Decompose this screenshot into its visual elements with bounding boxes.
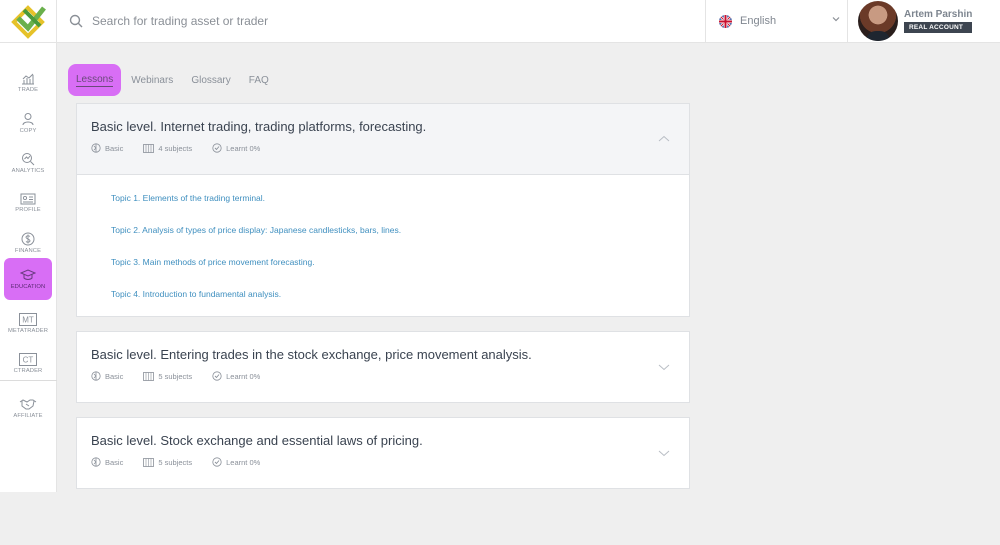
course-card: Basic level. Entering trades in the stoc…: [76, 331, 690, 403]
sidebar-item-education[interactable]: EDUCATION: [4, 258, 52, 300]
search-bar: [57, 0, 706, 42]
copy-trader-icon: [22, 113, 34, 126]
course-header[interactable]: Basic level. Internet trading, trading p…: [77, 104, 689, 175]
sidebar-item-analytics[interactable]: ANALYTICS: [4, 143, 52, 183]
course-progress: Learnt 0%: [212, 457, 260, 467]
course-title: Basic level. Stock exchange and essentia…: [91, 433, 423, 448]
sidebar-item-trade[interactable]: TRADE: [4, 63, 52, 103]
chevron-down-icon[interactable]: [658, 448, 670, 458]
course-title: Basic level. Internet trading, trading p…: [91, 119, 427, 134]
course-subjects-label: 4 subjects: [158, 143, 193, 153]
chevron-down-icon[interactable]: [658, 362, 670, 372]
avatar[interactable]: [858, 1, 898, 41]
level-icon: [91, 143, 101, 153]
sidebar-item-label: ANALYTICS: [11, 168, 45, 174]
user-menu[interactable]: Artem Parshin REAL ACCOUNT: [848, 0, 1000, 42]
course-header[interactable]: Basic level. Stock exchange and essentia…: [77, 418, 689, 489]
course-subjects: 4 subjects: [143, 144, 192, 153]
course-level-label: Basic: [105, 371, 124, 381]
course-progress-label: Learnt 0%: [226, 371, 261, 381]
sidebar-item-affiliate[interactable]: AFFILIATE: [4, 388, 52, 428]
tab-glossary[interactable]: Glossary: [183, 64, 238, 96]
profile-card-icon: [20, 193, 36, 205]
sidebar-item-label: EDUCATION: [10, 284, 46, 290]
uk-flag-icon: [719, 14, 732, 28]
topic-link[interactable]: Topic 1. Elements of the trading termina…: [111, 191, 689, 223]
ct-icon: CT: [19, 352, 37, 366]
course-level-label: Basic: [105, 143, 124, 153]
chevron-up-icon[interactable]: [658, 134, 670, 144]
level-icon: [91, 457, 101, 467]
sidebar-item-label: COPY: [19, 128, 37, 134]
sidebar-item-profile[interactable]: PROFILE: [4, 183, 52, 223]
course-subjects: 5 subjects: [143, 372, 192, 381]
course-level: Basic: [91, 371, 123, 381]
logo-icon: [11, 4, 46, 39]
course-level: Basic: [91, 457, 123, 467]
mt-icon: MT: [19, 312, 37, 326]
sidebar-item-label: CTRADER: [13, 367, 43, 374]
sidebar-item-finance[interactable]: FINANCE: [4, 223, 52, 263]
svg-text:MT: MT: [22, 315, 34, 324]
topic-link[interactable]: Topic 3. Main methods of price movement …: [111, 255, 689, 287]
language-label: English: [740, 15, 777, 27]
check-circle-icon: [212, 457, 222, 467]
search-input[interactable]: [92, 14, 492, 28]
course-progress-label: Learnt 0%: [226, 143, 261, 153]
check-circle-icon: [212, 371, 222, 381]
check-circle-icon: [212, 143, 222, 153]
course-subjects-label: 5 subjects: [158, 457, 193, 467]
graduation-cap-icon: [20, 269, 36, 280]
tab-label: Webinars: [131, 74, 174, 86]
svg-text:CT: CT: [23, 355, 34, 364]
course-progress: Learnt 0%: [212, 143, 260, 153]
tab-faq[interactable]: FAQ: [241, 64, 277, 96]
course-level: Basic: [91, 143, 123, 153]
course-header[interactable]: Basic level. Entering trades in the stoc…: [77, 332, 689, 403]
sidebar-divider: [0, 380, 57, 381]
sidebar-item-label: AFFILIATE: [13, 412, 43, 419]
handshake-icon: [19, 398, 37, 409]
course-card: Basic level. Stock exchange and essentia…: [76, 417, 690, 489]
sidebar: TRADE COPY ANALYTICS PROFILE FINANCE EDU…: [0, 43, 57, 492]
sidebar-item-label: FINANCE: [14, 248, 42, 254]
search-icon: [69, 14, 83, 28]
chevron-down-icon: [832, 17, 840, 22]
tab-label: Glossary: [191, 74, 231, 86]
language-selector[interactable]: English: [706, 0, 848, 42]
account-type-badge: REAL ACCOUNT: [904, 22, 973, 33]
course-title: Basic level. Entering trades in the stoc…: [91, 347, 532, 362]
user-name: Artem Parshin: [904, 9, 973, 20]
top-header: English Artem Parshin REAL ACCOUNT: [0, 0, 1000, 43]
course-subjects-label: 5 subjects: [158, 371, 193, 381]
sidebar-item-label: PROFILE: [15, 207, 41, 213]
analytics-icon: [22, 153, 35, 166]
tab-webinars[interactable]: Webinars: [123, 64, 181, 96]
sidebar-item-ctrader[interactable]: CT CTRADER: [4, 343, 52, 383]
dollar-icon: [21, 232, 35, 246]
topic-link[interactable]: Topic 2. Analysis of types of price disp…: [111, 223, 689, 255]
book-icon: [143, 371, 155, 381]
chart-icon: [22, 73, 34, 85]
tab-label: FAQ: [248, 74, 269, 86]
tab-label: Lessons: [76, 73, 114, 87]
topic-list: Topic 1. Elements of the trading termina…: [77, 175, 689, 319]
topic-link[interactable]: Topic 4. Introduction to fundamental ana…: [111, 287, 689, 319]
sidebar-item-label: TRADE: [17, 87, 39, 93]
book-icon: [143, 143, 155, 153]
course-subjects: 5 subjects: [143, 458, 192, 467]
sidebar-item-copy[interactable]: COPY: [4, 103, 52, 143]
sidebar-item-metatrader[interactable]: MT METATRADER: [4, 303, 52, 343]
course-card: Basic level. Internet trading, trading p…: [76, 103, 690, 317]
logo[interactable]: [0, 0, 57, 43]
education-tabs: Lessons Webinars Glossary FAQ: [68, 64, 279, 96]
level-icon: [91, 371, 101, 381]
book-icon: [143, 457, 155, 467]
course-progress-label: Learnt 0%: [226, 457, 261, 467]
course-level-label: Basic: [105, 457, 124, 467]
tab-lessons[interactable]: Lessons: [68, 64, 122, 96]
sidebar-item-label: METATRADER: [7, 327, 49, 334]
course-progress: Learnt 0%: [212, 371, 260, 381]
